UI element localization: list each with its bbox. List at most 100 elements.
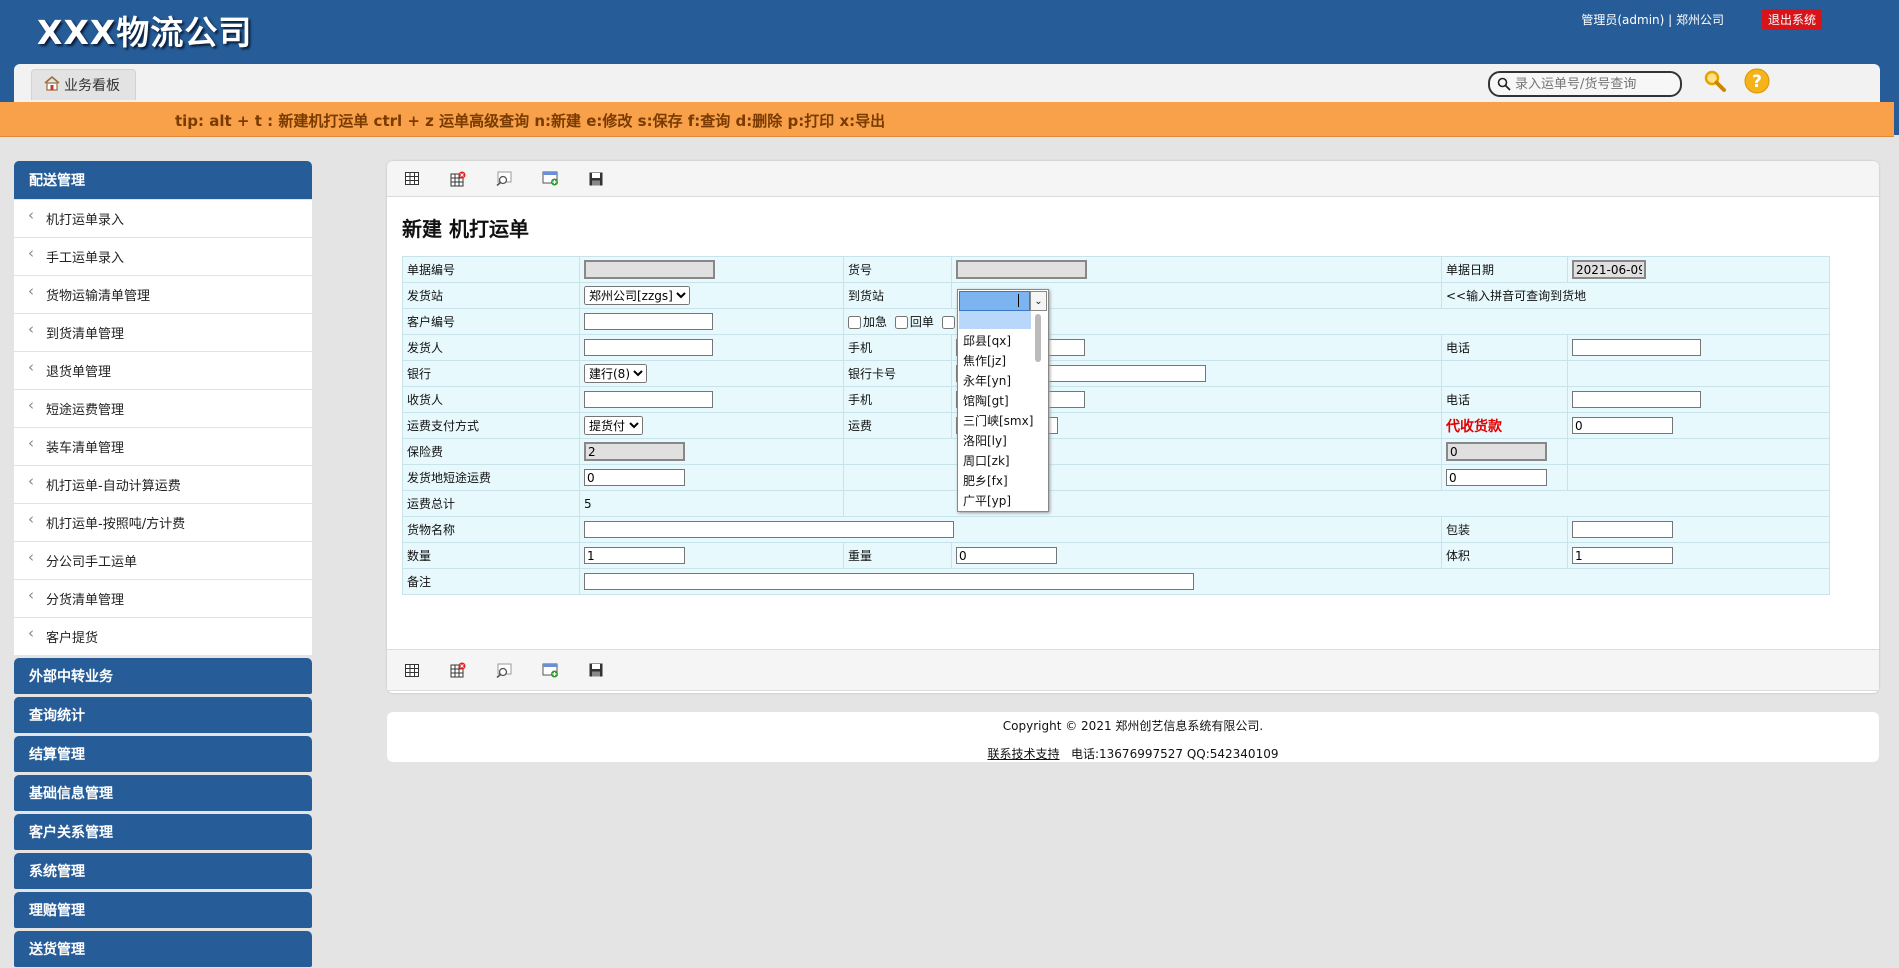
chevron-left-icon: ‹ (28, 547, 34, 566)
sender-field[interactable] (584, 339, 713, 356)
app-logo: XXX物流公司 (37, 13, 253, 52)
bill-date-field[interactable] (1572, 260, 1646, 279)
dropdown-option[interactable]: 馆陶[gt] (963, 391, 1033, 411)
receiver-phone-field[interactable] (1572, 391, 1701, 408)
sidebar-item[interactable]: ‹ 机打运单-按照吨/方计费 (14, 504, 312, 542)
remark-field[interactable] (584, 573, 1194, 590)
add-icon[interactable] (541, 170, 559, 188)
label-receiver-mobile: 手机 (843, 386, 952, 413)
grid-icon[interactable] (403, 661, 421, 679)
delete-icon[interactable] (449, 661, 467, 679)
sidebar-item[interactable]: ‹ 分公司手工运单 (14, 542, 312, 580)
cod-field[interactable] (1572, 417, 1673, 434)
from-station-select[interactable]: 郑州公司[zzgs] (584, 286, 690, 305)
sidebar-item[interactable]: ‹ 客户提货 (14, 618, 312, 655)
chevron-left-icon: ‹ (28, 395, 34, 414)
short-freight-extra-field[interactable] (1446, 469, 1547, 486)
label-quantity: 数量 (402, 542, 580, 569)
sidebar-section[interactable]: 客户关系管理 (14, 814, 312, 850)
dropdown-option[interactable]: 周口[zk] (963, 451, 1033, 471)
page-title: 新建 机打运单 (402, 217, 529, 241)
to-station-input[interactable] (959, 291, 1030, 311)
chevron-left-icon: ‹ (28, 205, 34, 224)
sidebar-item[interactable]: ‹ 货物运输清单管理 (14, 276, 312, 314)
save-icon[interactable] (587, 170, 605, 188)
sidebar-item[interactable]: ‹ 装车清单管理 (14, 428, 312, 466)
outsource-checkbox[interactable] (941, 316, 955, 329)
label-goods-no: 货号 (843, 256, 952, 283)
sidebar-section-delivery[interactable]: 配送管理 (14, 161, 312, 199)
label-freight: 运费 (843, 412, 952, 439)
sender-phone-field[interactable] (1572, 339, 1701, 356)
short-freight-field[interactable] (584, 469, 685, 486)
sidebar-section[interactable]: 系统管理 (14, 853, 312, 889)
bank-select[interactable]: 建行(8) (584, 364, 647, 383)
sidebar-section[interactable]: 基础信息管理 (14, 775, 312, 811)
sidebar-item[interactable]: ‹ 短途运费管理 (14, 390, 312, 428)
support-link[interactable]: 联系技术支持 (988, 747, 1060, 761)
dropdown-option[interactable]: 洛阳[ly] (963, 431, 1033, 451)
sidebar-item[interactable]: ‹ 机打运单录入 (14, 200, 312, 238)
search-input[interactable] (1513, 75, 1677, 93)
dropdown-option[interactable]: 焦作[jz] (963, 351, 1033, 371)
copyright-text: Copyright © 2021 郑州创艺信息系统有限公司. (1002, 719, 1264, 733)
dropdown-option[interactable]: 肥乡[fx] (963, 471, 1033, 491)
delete-icon[interactable] (449, 170, 467, 188)
query-icon[interactable] (495, 170, 513, 188)
quantity-field[interactable] (584, 547, 685, 564)
search-button-icon[interactable] (1703, 69, 1727, 97)
add-icon[interactable] (541, 661, 559, 679)
svg-text:?: ? (1752, 72, 1762, 92)
label-weight: 重量 (843, 542, 952, 569)
chevron-down-icon[interactable]: ⌄ (1030, 291, 1047, 311)
packaging-field[interactable] (1572, 521, 1673, 538)
pay-method-select[interactable]: 提货付 (584, 416, 643, 435)
sidebar-item-label: 客户提货 (46, 631, 99, 646)
sidebar-item[interactable]: ‹ 手工运单录入 (14, 238, 312, 276)
dropdown-option[interactable]: 邱县[qx] (963, 331, 1033, 351)
receiver-field[interactable] (584, 391, 713, 408)
sidebar-item-label: 短途运费管理 (46, 403, 125, 418)
grid-icon[interactable] (403, 170, 421, 188)
insurance-extra-field[interactable] (1446, 442, 1547, 461)
logout-button[interactable]: 退出系统 (1762, 9, 1823, 30)
insurance-field[interactable] (584, 442, 685, 461)
weight-field[interactable] (956, 547, 1057, 564)
customer-no-field[interactable] (584, 313, 713, 330)
home-icon (43, 75, 61, 96)
chevron-left-icon: ‹ (28, 243, 34, 262)
goods-name-field[interactable] (584, 521, 954, 538)
sidebar-section[interactable]: 送货管理 (14, 931, 312, 967)
sidebar-item[interactable]: ‹ 到货清单管理 (14, 314, 312, 352)
goods-no-field[interactable] (956, 260, 1087, 279)
dropdown-option[interactable]: 永年[yn] (963, 371, 1033, 391)
dropdown-option[interactable]: 三门峡[smx] (963, 411, 1033, 431)
sidebar-item[interactable]: ‹ 分货清单管理 (14, 580, 312, 618)
label-bank-card: 银行卡号 (843, 360, 952, 387)
label-cod: 代收货款 (1446, 418, 1502, 435)
dropdown-option[interactable]: 广平[yp] (963, 491, 1033, 511)
help-icon[interactable]: ? (1744, 68, 1770, 98)
bill-no-field[interactable] (584, 260, 715, 279)
sidebar-item-label: 机打运单-自动计算运费 (46, 479, 181, 494)
tab-business-board[interactable]: 业务看板 (31, 69, 136, 100)
return-bill-checkbox[interactable] (894, 316, 908, 329)
chevron-left-icon: ‹ (28, 319, 34, 338)
volume-field[interactable] (1572, 547, 1673, 564)
save-icon[interactable] (587, 661, 605, 679)
sidebar-item[interactable]: ‹ 退货单管理 (14, 352, 312, 390)
main-panel: 新建 机打运单 单据编号 货号 单据日期 发货站 郑州公司[zzgs] 到货站 … (387, 161, 1879, 693)
dropdown-option-blank[interactable] (959, 311, 1031, 329)
dropdown-scrollbar[interactable] (1035, 314, 1041, 362)
urgent-checkbox[interactable] (848, 316, 861, 329)
sidebar-section[interactable]: 外部中转业务 (14, 658, 312, 694)
sidebar-section[interactable]: 查询统计 (14, 697, 312, 733)
query-icon[interactable] (495, 661, 513, 679)
footer: Copyright © 2021 郑州创艺信息系统有限公司. 联系技术支持 电话… (387, 712, 1879, 762)
sidebar-section[interactable]: 结算管理 (14, 736, 312, 772)
to-station-dropdown[interactable]: ⌄ 邱县[qx] 焦作[jz] 永年[yn] 馆陶[gt] 三门峡[smx] 洛… (957, 289, 1049, 512)
sidebar-section[interactable]: 理赔管理 (14, 892, 312, 928)
nav-bar: 业务看板 ? (14, 64, 1880, 102)
waybill-form: 单据编号 货号 单据日期 发货站 郑州公司[zzgs] 到货站 <<输入拼音可查… (402, 256, 1830, 595)
sidebar-item[interactable]: ‹ 机打运单-自动计算运费 (14, 466, 312, 504)
